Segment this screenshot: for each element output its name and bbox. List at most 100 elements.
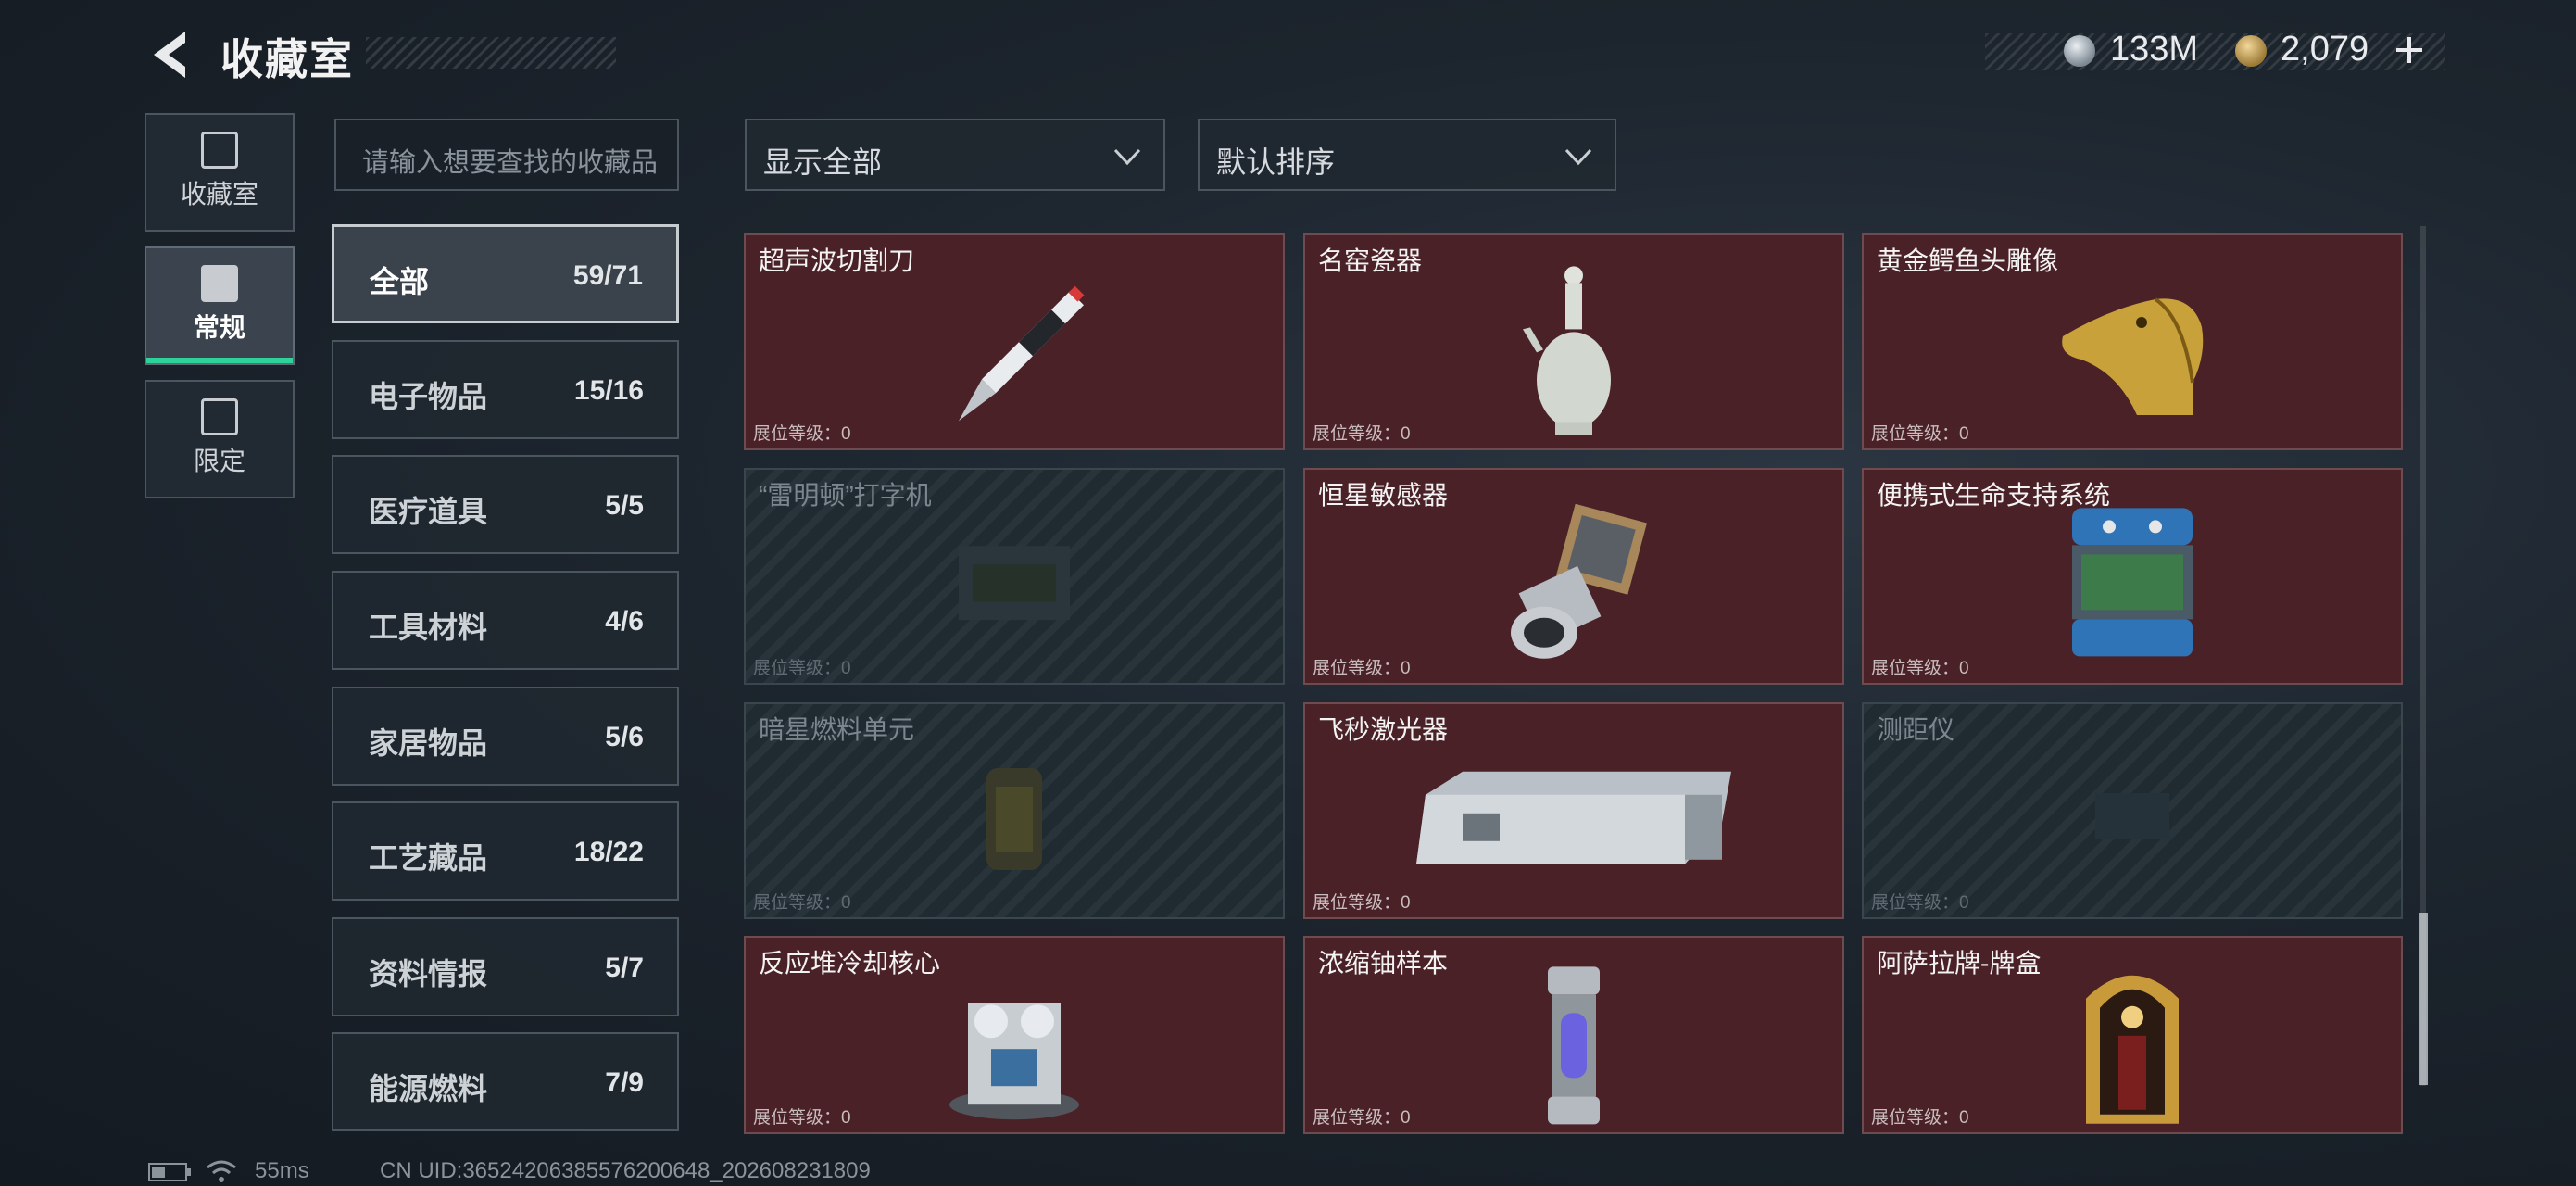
side-tab-label: 收藏室 [180, 180, 258, 208]
silver-coin-amount: 133M [2110, 30, 2199, 69]
battery-icon [148, 1163, 191, 1181]
category-name: 工艺藏品 [369, 841, 488, 875]
category-electronics[interactable]: 电子物品 15/16 [332, 340, 679, 439]
collectible-card-locked[interactable]: “雷明顿”打字机 展位等级：0 [744, 468, 1285, 685]
collectible-card-locked[interactable]: 测距仪 展位等级：0 [1862, 702, 2403, 919]
category-name: 家居物品 [369, 726, 488, 760]
category-tools[interactable]: 工具材料 4/6 [332, 571, 679, 670]
item-name: 暗星燃料单元 [759, 715, 915, 744]
collection-room-icon [201, 132, 238, 169]
booth-level: 展位等级：0 [753, 424, 851, 444]
category-count: 15/16 [573, 375, 644, 406]
limited-icon [201, 398, 238, 435]
active-tab-indicator [146, 358, 293, 363]
booth-level: 展位等级：0 [753, 1108, 851, 1128]
side-tab-limited[interactable]: 限定 [145, 380, 295, 498]
typewriter-icon [959, 546, 1070, 621]
item-name: 黄金鳄鱼头雕像 [1877, 246, 2059, 275]
booth-level: 展位等级：0 [1313, 893, 1411, 913]
category-medical[interactable]: 医疗道具 5/5 [332, 455, 679, 554]
item-name: 反应堆冷却核心 [759, 949, 941, 978]
category-name: 医疗道具 [369, 495, 488, 528]
booth-level: 展位等级：0 [753, 659, 851, 678]
category-count: 5/7 [605, 953, 644, 983]
side-tab-label: 常规 [193, 313, 245, 342]
category-count: 4/6 [605, 606, 644, 637]
sort-dropdown[interactable]: 默认排序 [1198, 119, 1616, 191]
life-support-icon [2072, 508, 2193, 657]
item-name: 测距仪 [1877, 715, 1955, 744]
collectible-card[interactable]: 恒星敏感器 展位等级：0 [1303, 468, 1844, 685]
uranium-sample-icon [1548, 966, 1600, 1125]
page-title: 收藏室 [220, 35, 354, 83]
category-count: 7/9 [605, 1067, 644, 1098]
item-name: 名窑瓷器 [1318, 246, 1423, 275]
item-name: “雷明顿”打字机 [759, 481, 932, 510]
category-household[interactable]: 家居物品 5/6 [332, 687, 679, 786]
search-input[interactable]: 请输入想要查找的收藏品 [334, 119, 679, 191]
booth-level: 展位等级：0 [753, 893, 851, 913]
ultrasonic-knife-icon [959, 285, 1085, 422]
collectible-card[interactable]: 名窑瓷器 展位等级：0 [1303, 233, 1844, 450]
booth-level: 展位等级：0 [1871, 1108, 1969, 1128]
collectible-card-locked[interactable]: 暗星燃料单元 展位等级：0 [744, 702, 1285, 919]
collectible-card[interactable]: 便携式生命支持系统 展位等级：0 [1862, 468, 2403, 685]
card-box-icon [2086, 975, 2179, 1124]
collectible-card[interactable]: 反应堆冷却核心 展位等级：0 [744, 936, 1285, 1134]
side-tab-regular[interactable]: 常规 [145, 246, 295, 365]
category-name: 全部 [370, 265, 430, 298]
booth-level: 展位等级：0 [1871, 424, 1969, 444]
category-name: 电子物品 [369, 380, 488, 413]
add-currency-icon[interactable] [2394, 35, 2424, 65]
chevron-down-icon [1113, 148, 1141, 166]
collectible-card[interactable]: 阿萨拉牌-牌盒 展位等级：0 [1862, 936, 2403, 1134]
porcelain-vase-icon [1523, 266, 1611, 435]
collectible-card[interactable]: 浓缩铀样本 展位等级：0 [1303, 936, 1844, 1134]
fuel-cell-icon [986, 768, 1042, 870]
item-name: 浓缩铀样本 [1318, 949, 1449, 978]
category-count: 5/5 [605, 490, 644, 521]
regular-icon [201, 265, 238, 302]
gold-coin-icon [2235, 35, 2267, 67]
sort-value: 默认排序 [1216, 145, 1336, 179]
gold-coin-amount: 2,079 [2281, 30, 2369, 69]
display-filter-value: 显示全部 [763, 145, 883, 179]
currency-bar [1985, 33, 2445, 70]
collectible-card[interactable]: 飞秒激光器 展位等级：0 [1303, 702, 1844, 919]
display-filter-dropdown[interactable]: 显示全部 [745, 119, 1165, 191]
side-tab-label: 限定 [193, 447, 245, 475]
user-uid: CN UID:36524206385576200648_202608231809 [380, 1158, 871, 1183]
side-tab-collection-room[interactable]: 收藏室 [145, 113, 295, 232]
title-decoration [366, 37, 616, 69]
category-count: 59/71 [572, 260, 643, 291]
collectible-card[interactable]: 黄金鳄鱼头雕像 展位等级：0 [1862, 233, 2403, 450]
item-name: 超声波切割刀 [759, 246, 915, 275]
category-count: 18/22 [573, 837, 644, 867]
back-arrow-icon[interactable] [148, 28, 193, 82]
item-name: 恒星敏感器 [1318, 481, 1449, 510]
item-name: 飞秒激光器 [1318, 715, 1449, 744]
category-name: 能源燃料 [369, 1072, 488, 1105]
category-name: 资料情报 [369, 957, 488, 990]
femtosecond-laser-icon [1416, 771, 1731, 864]
golden-crocodile-head-icon [2062, 297, 2204, 415]
booth-level: 展位等级：0 [1313, 424, 1411, 444]
silver-coin-icon [2064, 35, 2095, 67]
rangefinder-icon [2095, 793, 2169, 839]
category-energy[interactable]: 能源燃料 7/9 [332, 1032, 679, 1131]
item-name: 阿萨拉牌-牌盒 [1877, 949, 2042, 978]
booth-level: 展位等级：0 [1871, 659, 1969, 678]
reactor-core-icon [949, 1003, 1079, 1120]
category-intel[interactable]: 资料情报 5/7 [332, 917, 679, 1016]
category-all[interactable]: 全部 59/71 [332, 224, 679, 323]
wifi-icon [207, 1160, 236, 1182]
category-name: 工具材料 [369, 611, 488, 644]
booth-level: 展位等级：0 [1313, 1108, 1411, 1128]
category-crafts[interactable]: 工艺藏品 18/22 [332, 801, 679, 901]
grid-scrollbar-thumb[interactable] [2419, 913, 2428, 1085]
collectible-card[interactable]: 超声波切割刀 展位等级：0 [744, 233, 1285, 450]
category-count: 5/6 [605, 722, 644, 752]
booth-level: 展位等级：0 [1313, 659, 1411, 678]
booth-level: 展位等级：0 [1871, 893, 1969, 913]
star-sensor-icon [1511, 503, 1647, 659]
